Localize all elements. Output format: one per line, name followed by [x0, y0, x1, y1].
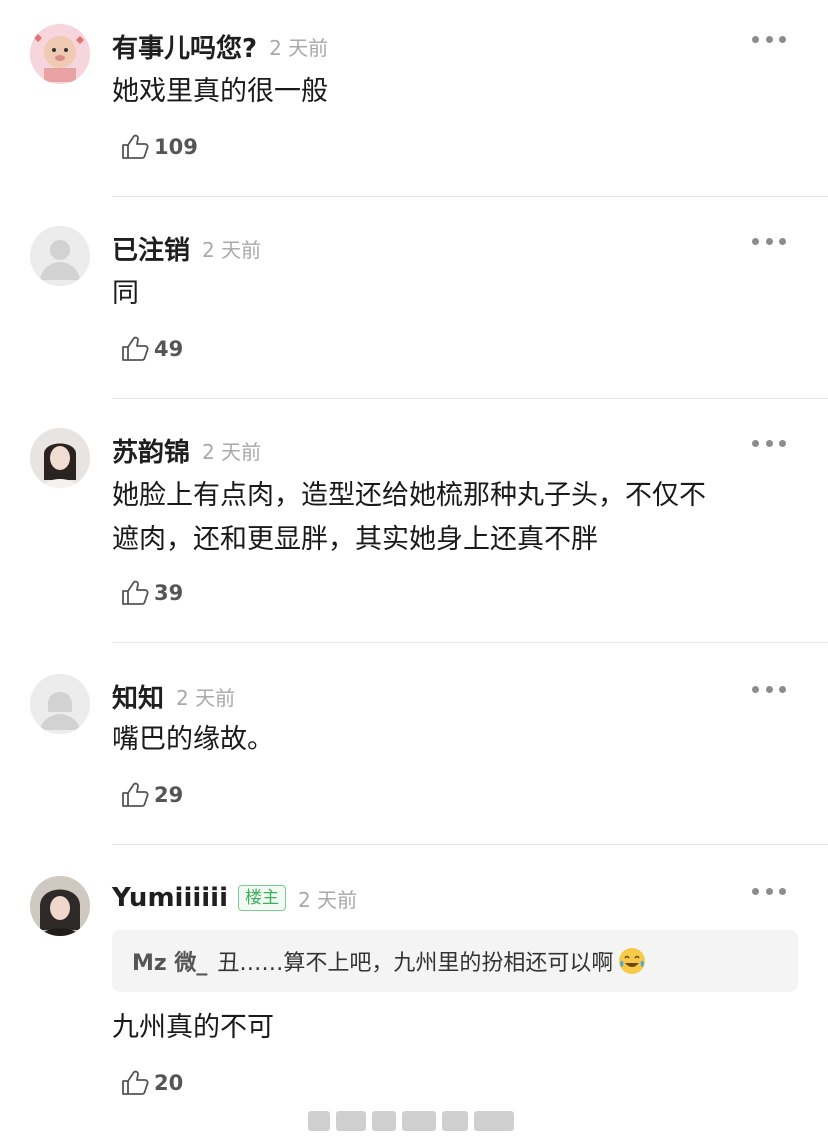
comment-text-line: 她脸上有点肉，造型还给她梳那种丸子头，不仅不 [112, 480, 706, 511]
like-button[interactable]: 49 [120, 332, 183, 366]
more-dots-icon[interactable] [752, 682, 786, 696]
like-button[interactable]: 39 [120, 576, 183, 610]
divider [112, 642, 828, 643]
watermark [308, 1108, 518, 1134]
comment-text: 嘴巴的缘故。 [112, 724, 274, 755]
timestamp: 2 天前 [269, 35, 329, 60]
timestamp: 2 天前 [202, 439, 262, 464]
photo-avatar-icon [30, 428, 90, 488]
like-button[interactable]: 29 [120, 778, 183, 812]
avatar[interactable] [30, 674, 90, 734]
quoted-username[interactable]: Mz 微_ [132, 945, 207, 977]
divider [112, 398, 828, 399]
comment-text: 同 [112, 278, 139, 309]
like-count: 49 [154, 337, 184, 361]
thumbs-up-icon [122, 580, 149, 605]
comment-header: 知知 2 天前 [112, 676, 235, 716]
username[interactable]: 有事儿吗您? [112, 28, 257, 65]
avatar[interactable] [30, 876, 90, 936]
comment-header: 已注销 2 天前 [112, 228, 261, 268]
username[interactable]: 知知 [112, 678, 164, 715]
divider [112, 844, 828, 845]
default-user-icon [30, 674, 90, 734]
timestamp: 2 天前 [298, 887, 358, 912]
thumbs-up-icon [122, 336, 149, 361]
more-dots-icon[interactable] [752, 234, 786, 248]
comment-text: 九州真的不可 [112, 1012, 274, 1043]
like-count: 39 [154, 581, 184, 605]
comment-header: 有事儿吗您? 2 天前 [112, 26, 328, 66]
quoted-text: 丑……算不上吧，九州里的扮相还可以啊 [217, 951, 614, 976]
more-dots-icon[interactable] [752, 884, 786, 898]
laughing-tears-emoji-icon [619, 948, 646, 974]
more-dots-icon[interactable] [752, 436, 786, 450]
username[interactable]: 苏韵锦 [112, 432, 190, 469]
quoted-reply[interactable]: Mz 微_ 丑……算不上吧，九州里的扮相还可以啊 [112, 930, 798, 992]
thumbs-up-icon [122, 1070, 149, 1095]
avatar[interactable] [30, 226, 90, 286]
username[interactable]: 已注销 [112, 230, 190, 267]
avatar[interactable] [30, 428, 90, 488]
comment-header: 苏韵锦 2 天前 [112, 430, 261, 470]
like-count: 20 [154, 1071, 184, 1095]
thumbs-up-icon [122, 782, 149, 807]
comment-text-line: 遮肉，还和更显胖，其实她身上还真不胖 [112, 524, 598, 555]
default-user-icon [30, 226, 90, 286]
username[interactable]: Yumiiiiii [112, 883, 228, 913]
like-count: 29 [154, 783, 184, 807]
timestamp: 2 天前 [176, 685, 236, 710]
like-button[interactable]: 109 [120, 130, 198, 164]
avatar[interactable] [30, 24, 90, 84]
author-badge: 楼主 [238, 885, 287, 911]
comment-header: Yumiiiiii 楼主 2 天前 [112, 878, 357, 918]
cartoon-avatar-icon [30, 24, 90, 84]
like-count: 109 [154, 135, 198, 159]
divider [112, 196, 828, 197]
more-dots-icon[interactable] [752, 32, 786, 46]
like-button[interactable]: 20 [120, 1066, 183, 1100]
comment-text: 她脸上有点肉，造型还给她梳那种丸子头，不仅不 遮肉，还和更显胖，其实她身上还真不… [112, 474, 802, 562]
comment-text: 她戏里真的很一般 [112, 76, 328, 107]
timestamp: 2 天前 [202, 237, 262, 262]
thumbs-up-icon [122, 134, 149, 159]
photo-avatar-icon [30, 876, 90, 936]
